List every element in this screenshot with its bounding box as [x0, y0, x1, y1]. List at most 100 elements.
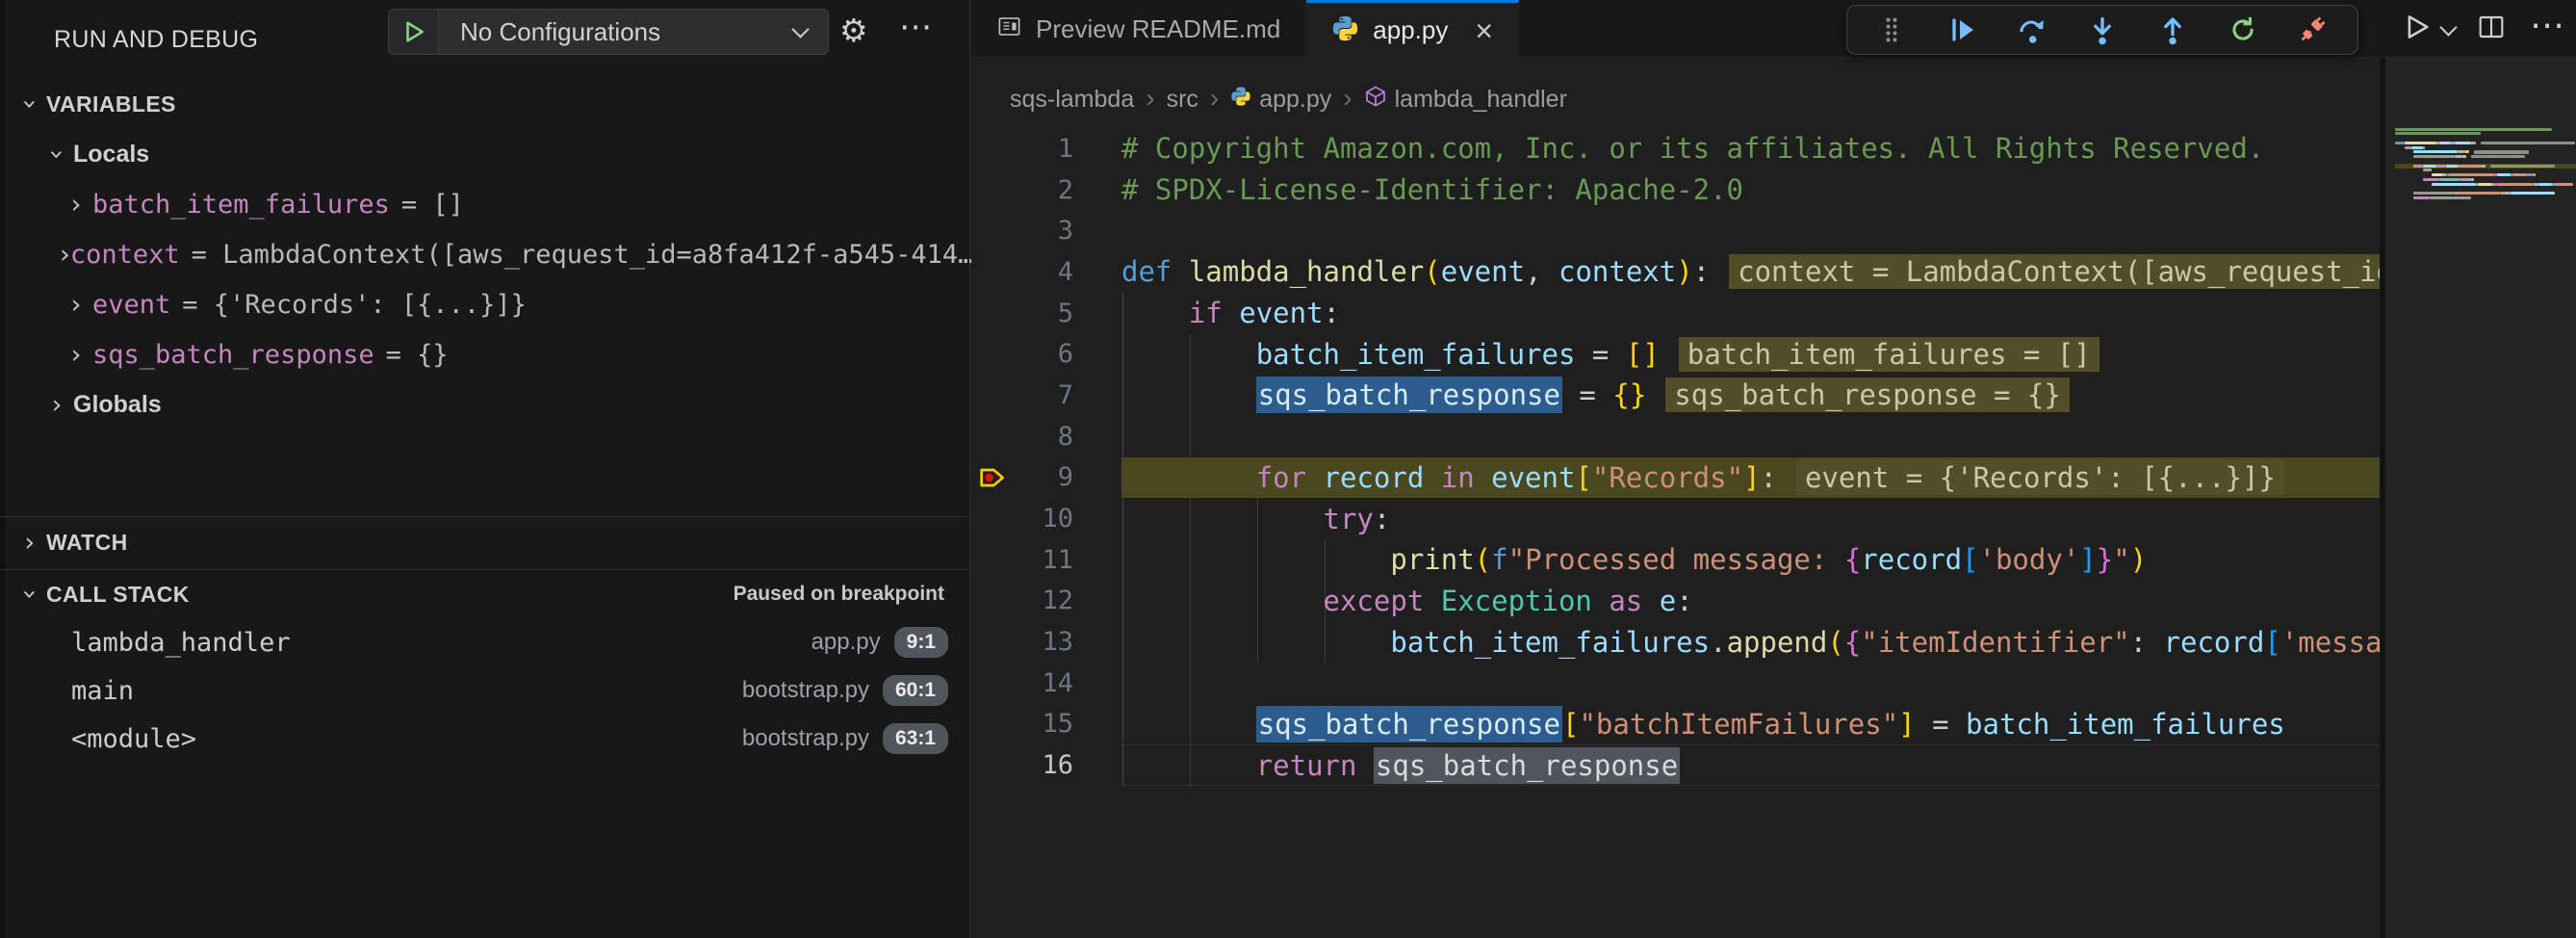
disconnect-icon[interactable] [2296, 13, 2329, 46]
variable-row[interactable]: ›sqs_batch_response= {} [0, 329, 969, 379]
minimap-line [2512, 173, 2526, 176]
code-line-stopped[interactable]: 9 for record in event["Records"]:event =… [971, 457, 2380, 499]
chevron-expanded-icon[interactable]: › [42, 138, 72, 170]
code-line[interactable]: 5 if event: [971, 293, 2380, 334]
tab-label[interactable]: app.py [1373, 15, 1448, 45]
call-stack-section-header[interactable]: › CALL STACK Paused on breakpoint [0, 570, 969, 618]
variable-row[interactable]: ›batch_item_failures= [] [0, 179, 969, 229]
chevron-collapsed-icon[interactable]: › [60, 190, 92, 220]
chevron-collapsed-icon[interactable]: › [60, 290, 92, 320]
more-actions-icon[interactable]: ⋯ [899, 8, 932, 46]
minimap-line [2430, 169, 2432, 171]
continue-icon[interactable] [1945, 13, 1978, 46]
chevron-collapsed-icon[interactable]: › [60, 340, 92, 370]
tab-app-py[interactable]: app.py × [1306, 0, 1519, 58]
locals-tree-item[interactable]: › Locals [0, 129, 969, 179]
minimap-line [2511, 192, 2555, 195]
code-text: try: [1121, 503, 1390, 535]
config-dropdown-label[interactable]: No Configurations [439, 17, 794, 47]
run-python-file-icon[interactable] [2400, 11, 2433, 48]
more-actions-icon[interactable]: ⋯ [2530, 5, 2564, 45]
code-token: record [1324, 461, 1425, 494]
code-line[interactable]: 12 except Exception as e: [971, 581, 2380, 622]
code-token: [ [2264, 626, 2280, 659]
code-token: [ [1562, 708, 1579, 741]
watch-section-header[interactable]: › WATCH [0, 517, 969, 568]
line-number: 8 [1014, 422, 1073, 452]
minimap-line [2423, 178, 2439, 181]
minimap[interactable] [2380, 58, 2576, 938]
restart-icon[interactable] [2227, 13, 2259, 46]
breadcrumb-folder[interactable]: sqs-lambda [1010, 86, 1134, 114]
code-token: { [1844, 626, 1861, 659]
step-into-icon[interactable] [2086, 13, 2119, 46]
code-line[interactable]: 1# Copyright Amazon.com, Inc. or its aff… [971, 128, 2380, 169]
code-editor[interactable]: 1# Copyright Amazon.com, Inc. or its aff… [971, 123, 2380, 938]
minimap-inline-value [2481, 142, 2575, 144]
debug-start-icon[interactable] [389, 10, 439, 54]
code-line[interactable]: 13 batch_item_failures.append({"itemIden… [971, 621, 2380, 663]
code-line[interactable]: 15 sqs_batch_response["batchItemFailures… [971, 704, 2380, 745]
editor-actions: ⋯ [2400, 10, 2564, 48]
code-line[interactable]: 3 [971, 210, 2380, 251]
code-line[interactable]: 11 print(f"Processed message: {record['b… [971, 539, 2380, 581]
split-editor-icon[interactable] [2476, 12, 2507, 47]
minimap-line [2413, 155, 2455, 158]
code-token [1121, 338, 1256, 371]
minimap-line [2423, 146, 2425, 149]
symbol-method-icon [1364, 85, 1387, 115]
globals-tree-item[interactable]: › Globals [0, 379, 969, 430]
code-token: ( [1424, 255, 1440, 288]
chevron-collapsed-icon[interactable]: › [60, 240, 70, 270]
step-over-icon[interactable] [2016, 13, 2048, 46]
code-token: batch_item_failures [1390, 626, 1710, 659]
settings-gear-icon[interactable]: ⚙ [839, 12, 868, 49]
glyph-margin [971, 251, 1014, 293]
code-line[interactable]: 14 [971, 663, 2380, 704]
breadcrumb-folder[interactable]: src [1167, 86, 1198, 114]
code-token [1121, 585, 1324, 617]
run-dropdown-chevron-icon[interactable] [2439, 18, 2457, 36]
breadcrumb-file[interactable]: app.py [1230, 86, 1331, 114]
variable-row[interactable]: ›context= LambdaContext([aws_request_id=… [0, 229, 969, 279]
code-token: for [1256, 461, 1324, 494]
call-stack-frame[interactable]: <module>bootstrap.py63:1 [0, 715, 969, 763]
breadcrumb-symbol[interactable]: lambda_handler [1364, 85, 1567, 115]
minimap-line [2430, 196, 2471, 199]
code-line[interactable]: 8 [971, 416, 2380, 457]
gripper-icon[interactable] [1875, 13, 1908, 46]
call-stack-frame[interactable]: lambda_handlerapp.py9:1 [0, 618, 969, 666]
glyph-margin [971, 416, 1014, 457]
variables-section-header[interactable]: › VARIABLES [0, 85, 969, 123]
code-line[interactable]: 2# SPDX-License-Identifier: Apache-2.0 [971, 169, 2380, 211]
minimap-line [2462, 155, 2467, 158]
code-token: def [1121, 255, 1189, 288]
minimap-line [2413, 192, 2455, 195]
variable-name: event [92, 290, 170, 320]
variable-row[interactable]: ›event= {'Records': [{...}]} [0, 279, 969, 329]
code-line[interactable]: 4def lambda_handler(event, context):cont… [971, 251, 2380, 293]
minimap-line [2432, 183, 2476, 186]
debug-configurations-dropdown[interactable]: No Configurations [388, 9, 829, 55]
chevron-collapsed-icon[interactable]: › [40, 390, 73, 420]
code-line[interactable]: 10 try: [971, 498, 2380, 539]
close-icon[interactable]: × [1475, 15, 1493, 46]
call-stack-frame[interactable]: mainbootstrap.py60:1 [0, 666, 969, 715]
code-token: { [1844, 543, 1861, 576]
code-line[interactable]: 7 sqs_batch_response = {}sqs_batch_respo… [971, 375, 2380, 416]
glyph-margin [971, 539, 1014, 581]
frame-name: <module> [71, 724, 196, 754]
code-token: ] [1898, 708, 1915, 741]
code-line[interactable]: 6 batch_item_failures = []batch_item_fai… [971, 333, 2380, 375]
code-token: "Processed message: [1508, 543, 1844, 576]
code-line-current[interactable]: 16 return sqs_batch_response [971, 744, 2380, 786]
chevron-down-icon [791, 20, 809, 38]
step-out-icon[interactable] [2156, 13, 2189, 46]
breakpoint-paused-icon[interactable] [971, 457, 1014, 499]
inline-debug-value: batch_item_failures = [] [1679, 337, 2099, 372]
minimap-line [2413, 196, 2430, 199]
glyph-margin [971, 621, 1014, 663]
tab-preview-readme[interactable]: Preview README.md [971, 0, 1306, 58]
variable-name: batch_item_failures [92, 190, 390, 220]
tab-label[interactable]: Preview README.md [1036, 14, 1280, 44]
